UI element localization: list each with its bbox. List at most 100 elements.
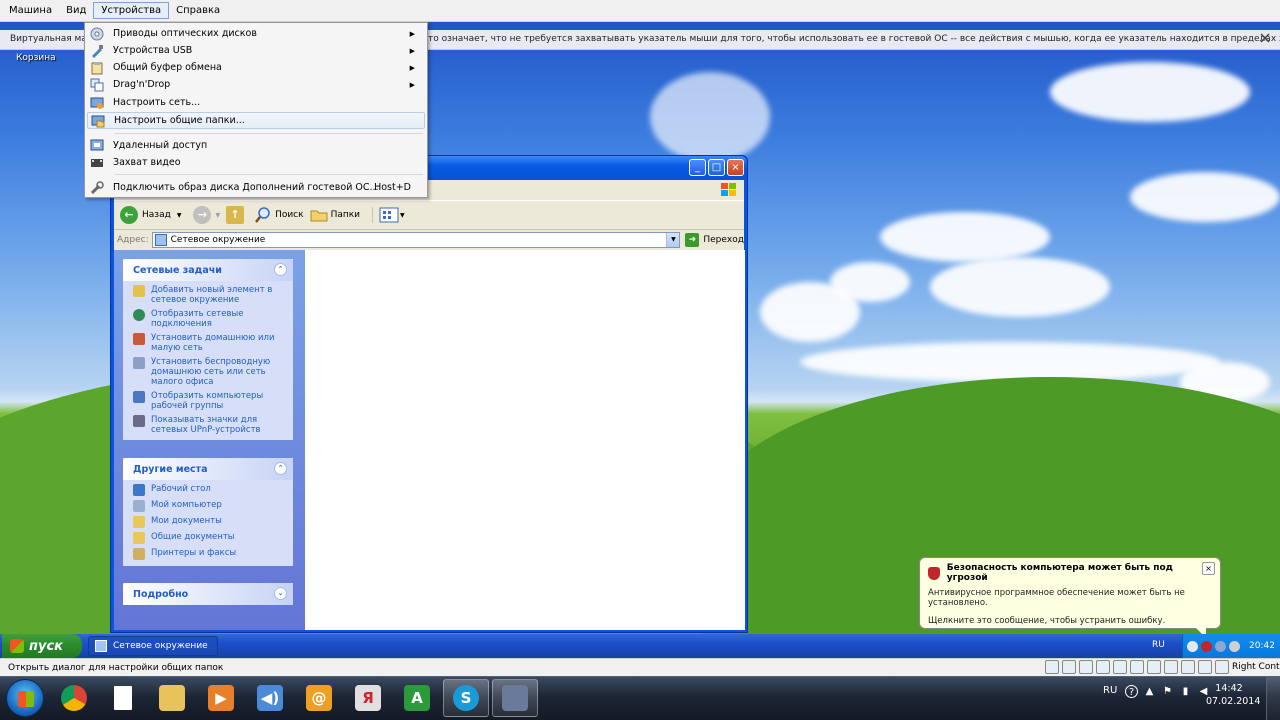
taskbar-item-network-places[interactable]: Сетевое окружение bbox=[88, 636, 218, 656]
other-places-header[interactable]: Другие места ⌃ bbox=[123, 458, 293, 480]
expand-icon[interactable]: ⌄ bbox=[274, 587, 287, 600]
flag-icon[interactable]: ⚑ bbox=[1161, 685, 1174, 698]
task-show-connections[interactable]: Отобразить сетевые подключения bbox=[123, 309, 293, 329]
folders-button[interactable]: Папки bbox=[310, 207, 360, 223]
task-add-network-place[interactable]: Добавить новый элемент в сетевое окружен… bbox=[123, 285, 293, 305]
chevron-down-icon[interactable]: ▼ bbox=[666, 233, 680, 247]
collapse-icon[interactable]: ⌃ bbox=[274, 263, 287, 276]
keyboard-icon[interactable] bbox=[1215, 660, 1229, 674]
help-icon[interactable]: ? bbox=[1125, 685, 1138, 698]
taskbar-pin-explorer-folder[interactable] bbox=[149, 679, 195, 717]
network-icon[interactable] bbox=[1096, 660, 1110, 674]
network-signal-icon[interactable]: ▮ bbox=[1179, 685, 1192, 698]
place-my-computer[interactable]: Мой компьютер bbox=[123, 500, 293, 512]
display-icon[interactable] bbox=[1147, 660, 1161, 674]
hard-disk-icon[interactable] bbox=[1045, 660, 1059, 674]
menu-help[interactable]: Справка bbox=[169, 3, 227, 18]
close-button[interactable]: × bbox=[727, 159, 744, 176]
xp-taskbar: пуск Сетевое окружение RU 20:42 bbox=[0, 634, 1280, 658]
menu-item-optical-drives[interactable]: Приводы оптических дисков ▶ bbox=[87, 25, 425, 42]
recycle-bin-label[interactable]: Корзина bbox=[16, 53, 56, 63]
content-area[interactable] bbox=[305, 250, 745, 630]
tray-network-icon[interactable] bbox=[1215, 640, 1226, 652]
menu-item-label: Drag'n'Drop bbox=[113, 79, 171, 90]
start-button[interactable]: пуск bbox=[2, 634, 82, 658]
language-indicator[interactable]: RU bbox=[1103, 685, 1117, 696]
security-shield-icon[interactable] bbox=[1201, 640, 1212, 652]
notification-area: ? ▲ ⚑ ▮ ◀ bbox=[1120, 685, 1210, 698]
workgroup-computers-icon bbox=[133, 391, 145, 403]
task-show-upnp[interactable]: Показывать значки для сетевых UPnP-устро… bbox=[123, 415, 293, 435]
go-button[interactable]: ➜ Переход bbox=[685, 233, 744, 247]
views-button[interactable]: ▼ bbox=[372, 207, 405, 223]
menu-item-label: Настроить сеть... bbox=[113, 97, 201, 108]
security-balloon[interactable]: Безопасность компьютера может быть под у… bbox=[919, 557, 1221, 638]
search-button[interactable]: Поиск bbox=[254, 206, 304, 224]
language-indicator[interactable]: RU bbox=[1152, 640, 1165, 650]
menu-item-usb[interactable]: Устройства USB ▶ bbox=[87, 42, 425, 59]
chevron-down-icon[interactable]: ▼ bbox=[400, 212, 405, 219]
taskbar-pin-media-player[interactable]: ▶ bbox=[198, 679, 244, 717]
video-capture-icon[interactable] bbox=[1164, 660, 1178, 674]
skype-icon: S bbox=[453, 685, 479, 711]
taskbar-pin-skype[interactable]: S bbox=[443, 679, 489, 717]
start-orb[interactable] bbox=[6, 679, 44, 717]
network-places-icon bbox=[154, 234, 167, 246]
win7-clock[interactable]: 14:42 07.02.2014 bbox=[1206, 682, 1260, 708]
show-desktop-button[interactable] bbox=[1266, 677, 1280, 720]
place-desktop[interactable]: Рабочий стол bbox=[123, 484, 293, 496]
cpu-icon[interactable] bbox=[1181, 660, 1195, 674]
task-setup-wireless[interactable]: Установить беспроводную домашнюю сеть ил… bbox=[123, 357, 293, 387]
sound-icon: ◀) bbox=[257, 685, 283, 711]
collapse-icon[interactable]: ⌃ bbox=[274, 462, 287, 475]
maximize-button[interactable]: □ bbox=[708, 159, 725, 176]
forward-button[interactable]: → ▼ bbox=[193, 206, 220, 224]
taskbar-pin-yandex[interactable]: Я bbox=[345, 679, 391, 717]
menu-machine[interactable]: Машина bbox=[2, 3, 59, 18]
taskbar-pin-chrome[interactable] bbox=[51, 679, 97, 717]
chevron-up-icon[interactable]: ▲ bbox=[1143, 685, 1156, 698]
remote-display-icon bbox=[90, 139, 104, 150]
menu-view[interactable]: Вид bbox=[59, 3, 93, 18]
taskbar-pin-mail-agent[interactable]: @ bbox=[296, 679, 342, 717]
mouse-integration-icon[interactable] bbox=[1198, 660, 1212, 674]
tray-vbox-icon[interactable] bbox=[1229, 640, 1240, 652]
place-my-documents[interactable]: Мои документы bbox=[123, 516, 293, 528]
shared-folders-icon[interactable] bbox=[1130, 660, 1144, 674]
taskbar-pin-document[interactable] bbox=[100, 679, 146, 717]
usb-icon[interactable] bbox=[1113, 660, 1127, 674]
menu-item-drag-drop[interactable]: Drag'n'Drop ▶ bbox=[87, 76, 425, 93]
menu-item-network-settings[interactable]: Настроить сеть... bbox=[87, 94, 425, 111]
menu-item-shared-folders[interactable]: Настроить общие папки... bbox=[87, 112, 425, 129]
taskbar-pin-a-app[interactable]: A bbox=[394, 679, 440, 717]
close-icon[interactable] bbox=[1258, 31, 1272, 45]
taskbar-pin-sound[interactable]: ◀) bbox=[247, 679, 293, 717]
menu-item-video-capture[interactable]: Захват видео bbox=[87, 154, 425, 171]
menu-item-clipboard[interactable]: Общий буфер обмена ▶ bbox=[87, 59, 425, 76]
place-shared-documents[interactable]: Общие документы bbox=[123, 532, 293, 544]
task-setup-home-network[interactable]: Установить домашнюю или малую сеть bbox=[123, 333, 293, 353]
network-tasks-header[interactable]: Сетевые задачи ⌃ bbox=[123, 259, 293, 281]
address-input[interactable]: Сетевое окружение ▼ bbox=[151, 232, 681, 248]
tray-app-icon[interactable] bbox=[1187, 640, 1198, 652]
chevron-down-icon[interactable]: ▼ bbox=[177, 212, 182, 219]
menu-item-guest-additions[interactable]: Подключить образ диска Дополнений гостев… bbox=[87, 179, 425, 196]
balloon-close-button[interactable]: × bbox=[1202, 562, 1215, 575]
back-button[interactable]: ← Назад ▼ bbox=[120, 206, 181, 224]
menu-item-remote-display[interactable]: Удаленный доступ bbox=[87, 137, 425, 154]
details-header[interactable]: Подробно ⌄ bbox=[123, 583, 293, 605]
up-folder-button[interactable]: ↑ bbox=[226, 206, 248, 224]
printers-icon bbox=[133, 548, 145, 560]
submenu-arrow-icon: ▶ bbox=[409, 63, 415, 72]
search-icon bbox=[255, 207, 270, 223]
floppy-icon[interactable] bbox=[1079, 660, 1093, 674]
optical-disc-icon[interactable] bbox=[1062, 660, 1076, 674]
chevron-down-icon[interactable]: ▼ bbox=[215, 212, 220, 219]
menu-devices[interactable]: Устройства bbox=[93, 2, 170, 19]
menu-item-label: Устройства USB bbox=[113, 45, 193, 56]
place-printers[interactable]: Принтеры и факсы bbox=[123, 548, 293, 560]
taskbar-pin-virtualbox[interactable] bbox=[492, 679, 538, 717]
minimize-button[interactable]: _ bbox=[689, 159, 706, 176]
submenu-arrow-icon: ▶ bbox=[409, 29, 415, 38]
task-show-workgroup[interactable]: Отобразить компьютеры рабочей группы bbox=[123, 391, 293, 411]
